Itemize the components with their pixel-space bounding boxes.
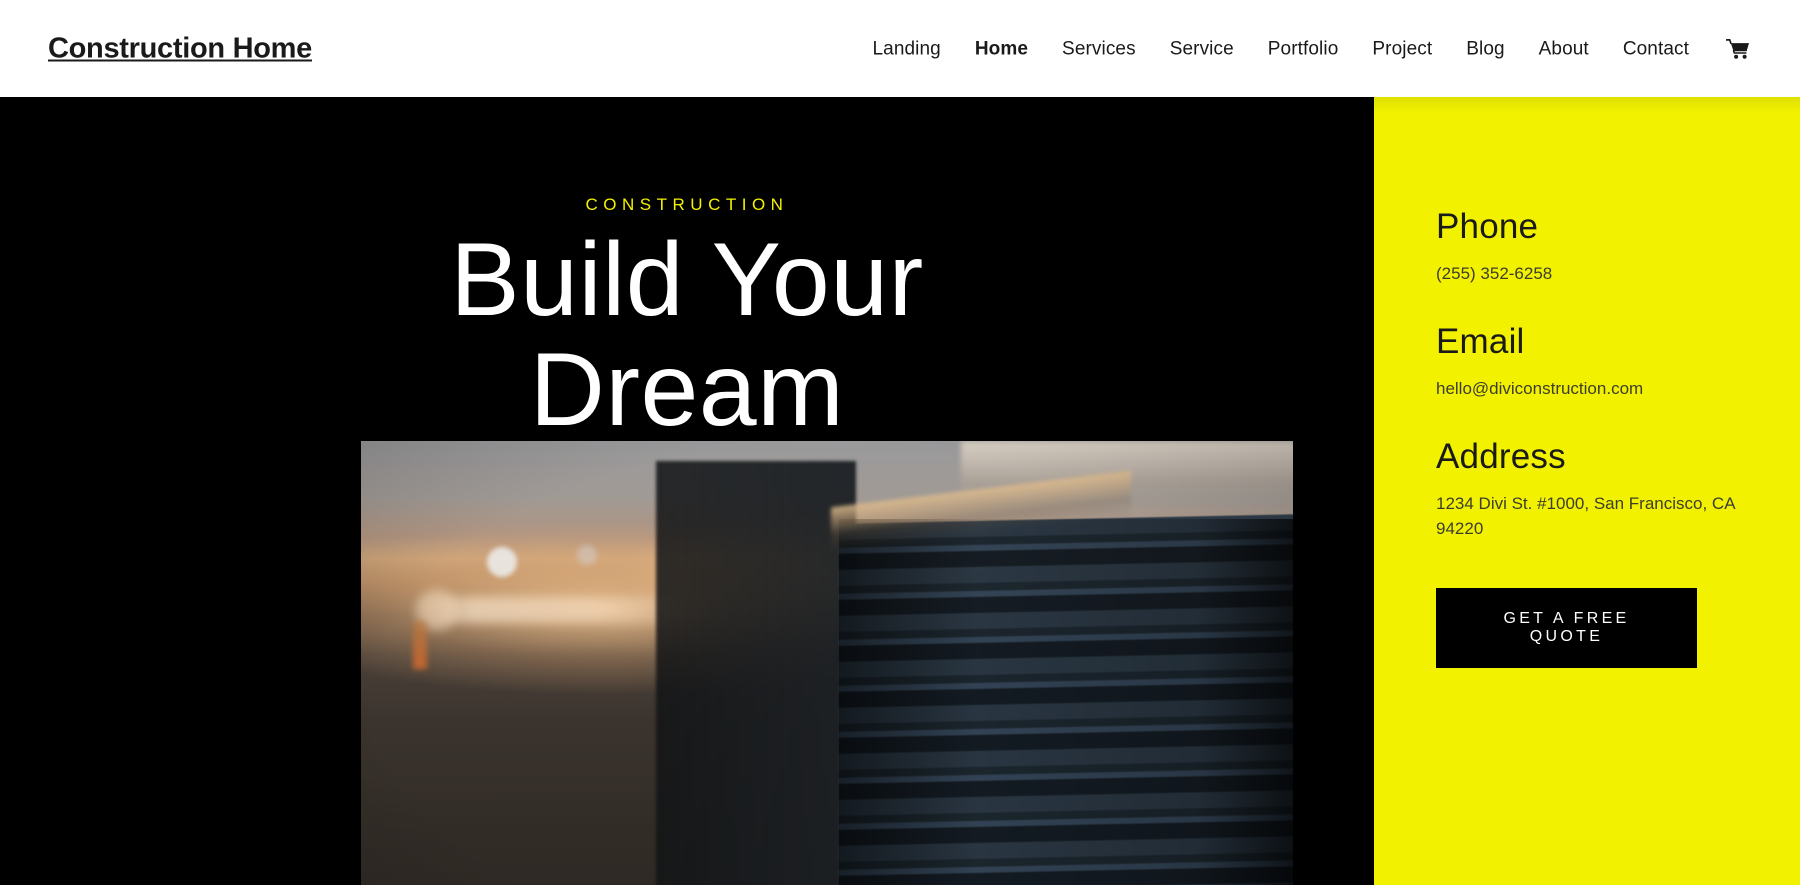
contact-panel-content: Phone (255) 352-6258 Email hello@divicon… xyxy=(1436,207,1754,668)
main-navigation: Landing Home Services Service Portfolio … xyxy=(856,32,1758,65)
hero-title-line-2: Dream xyxy=(529,332,845,449)
contact-block-phone: Phone (255) 352-6258 xyxy=(1436,207,1754,287)
nav-item-project[interactable]: Project xyxy=(1355,33,1449,64)
get-a-free-quote-button[interactable]: Get a Free Quote xyxy=(1436,587,1697,668)
nav-item-about[interactable]: About xyxy=(1522,33,1606,64)
contact-heading-phone: Phone xyxy=(1436,207,1539,246)
page-root: Construction Home Landing Home Services … xyxy=(0,0,1800,885)
site-logo[interactable]: Construction Home xyxy=(48,32,312,65)
shopping-cart-icon xyxy=(1726,38,1750,59)
nav-item-blog[interactable]: Blog xyxy=(1449,33,1521,64)
contact-block-address: Address 1234 Divi St. #1000, San Francis… xyxy=(1436,437,1754,542)
contact-heading-email: Email xyxy=(1436,322,1525,361)
hero-section: CONSTRUCTION Build Your Dream xyxy=(0,97,1374,885)
contact-value-email[interactable]: hello@diviconstruction.com xyxy=(1436,376,1754,402)
cart-button[interactable] xyxy=(1706,32,1758,65)
hero-title: Build Your Dream xyxy=(0,225,1374,445)
photo-vignette xyxy=(361,441,1293,885)
nav-item-service[interactable]: Service xyxy=(1153,33,1251,64)
contact-value-address: 1234 Divi St. #1000, San Francisco, CA 9… xyxy=(1436,493,1735,539)
nav-item-home[interactable]: Home xyxy=(958,33,1045,64)
nav-item-services[interactable]: Services xyxy=(1045,33,1153,64)
contact-panel: Phone (255) 352-6258 Email hello@divicon… xyxy=(1374,97,1800,885)
contact-value-phone[interactable]: (255) 352-6258 xyxy=(1436,261,1754,287)
contact-heading-address: Address xyxy=(1436,437,1566,476)
contact-block-email: Email hello@diviconstruction.com xyxy=(1436,322,1754,402)
hero-eyebrow: CONSTRUCTION xyxy=(585,195,789,214)
hero-title-line-1: Build Your xyxy=(450,222,924,338)
nav-item-landing[interactable]: Landing xyxy=(856,33,958,64)
nav-item-contact[interactable]: Contact xyxy=(1606,33,1706,64)
nav-item-portfolio[interactable]: Portfolio xyxy=(1251,33,1356,64)
site-header: Construction Home Landing Home Services … xyxy=(0,0,1800,97)
hero-photo xyxy=(361,441,1293,885)
